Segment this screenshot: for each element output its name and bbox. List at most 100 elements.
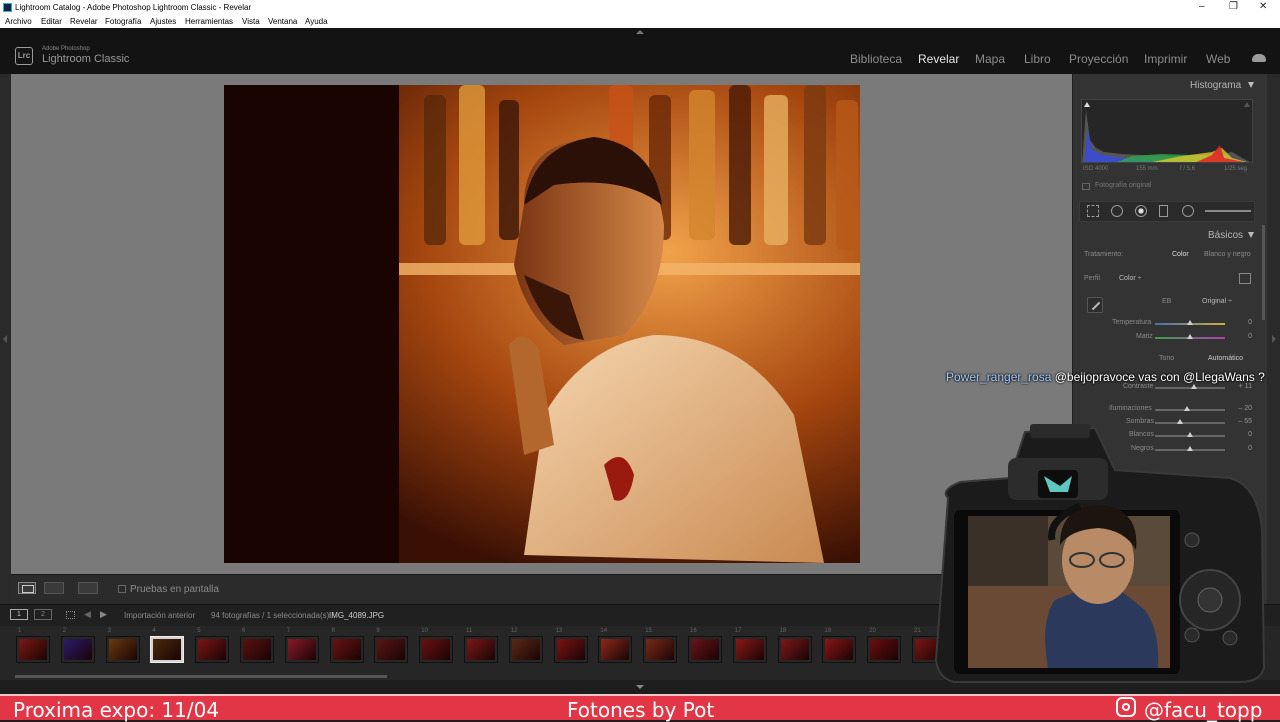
module-imprimir[interactable]: Imprimir	[1144, 52, 1187, 66]
minimize-icon[interactable]: –	[1199, 1, 1205, 12]
filmstrip-thumbnail[interactable]	[553, 636, 588, 663]
filmstrip-thumbnail[interactable]	[329, 636, 364, 663]
menu-fotografia[interactable]: Fotografía	[105, 17, 141, 26]
highlights-slider-knob[interactable]	[1183, 406, 1190, 411]
wb-dropdown[interactable]: Original ÷	[1202, 298, 1232, 305]
filmstrip-filename[interactable]: IMG_4089.JPG	[329, 611, 384, 620]
cloud-sync-icon[interactable]	[1252, 54, 1266, 62]
thumbnail-image	[422, 639, 451, 660]
right-panel-scrollbar[interactable]	[1262, 225, 1265, 320]
collapse-bottom-arrow-icon[interactable]	[636, 685, 644, 689]
filmstrip-thumbnail[interactable]	[508, 636, 543, 663]
filmstrip-thumbnail[interactable]	[419, 636, 454, 663]
filmstrip-scrollbar[interactable]	[15, 675, 387, 678]
temp-value[interactable]: 0	[1234, 319, 1252, 326]
photo-preview[interactable]	[224, 85, 860, 563]
filmstrip-source[interactable]: Importación anterior	[124, 611, 195, 620]
filmstrip-thumbnail[interactable]	[867, 636, 902, 663]
close-icon[interactable]: ✕	[1259, 1, 1267, 12]
filmstrip-thumbnail[interactable]	[688, 636, 722, 663]
filmstrip-thumbnail[interactable]	[598, 636, 633, 663]
filmstrip-thumbnail[interactable]	[822, 636, 857, 663]
adjustment-brush-icon[interactable]	[1205, 210, 1251, 212]
crop-icon[interactable]	[1087, 205, 1099, 217]
highlight-clip-icon[interactable]	[1244, 102, 1250, 107]
menu-revelar[interactable]: Revelar	[70, 17, 98, 26]
basics-title[interactable]: Básicos	[1208, 230, 1243, 241]
treatment-bw[interactable]: Blanco y negro	[1204, 251, 1251, 258]
contrast-value[interactable]: + 11	[1234, 383, 1252, 390]
treatment-color[interactable]: Color	[1172, 251, 1189, 258]
filmstrip-thumbnail[interactable]	[732, 636, 767, 663]
filmstrip-thumbnail[interactable]	[195, 636, 230, 663]
collapse-top-arrow-icon[interactable]	[636, 30, 644, 34]
filmstrip-thumbnail[interactable]	[16, 636, 50, 663]
module-biblioteca[interactable]: Biblioteca	[850, 52, 902, 66]
radial-filter-icon[interactable]	[1182, 205, 1194, 217]
temp-slider-knob[interactable]	[1187, 320, 1193, 325]
filmstrip-thumbnail[interactable]	[105, 636, 140, 663]
tint-value[interactable]: 0	[1234, 333, 1252, 340]
menu-bar: Archivo Editar Revelar Fotografía Ajuste…	[0, 15, 1280, 28]
menu-herramientas[interactable]: Herramientas	[185, 17, 233, 26]
menu-ayuda[interactable]: Ayuda	[305, 17, 328, 26]
thumbnail-image	[287, 639, 316, 660]
menu-ajustes[interactable]: Ajustes	[150, 17, 176, 26]
primary-window-button[interactable]: 1	[10, 609, 28, 620]
original-photo-checkbox[interactable]	[1082, 183, 1090, 190]
grid-view-icon[interactable]	[66, 611, 75, 619]
tone-auto-button[interactable]: Automático	[1208, 355, 1243, 362]
filmstrip-thumbnail[interactable]	[60, 636, 95, 663]
before-after-yy-button[interactable]	[78, 582, 98, 594]
red-eye-icon[interactable]	[1135, 205, 1147, 217]
right-panel-arrow-icon[interactable]	[1272, 335, 1276, 343]
module-mapa[interactable]: Mapa	[975, 52, 1005, 66]
spot-removal-icon[interactable]	[1111, 205, 1123, 217]
menu-ventana[interactable]: Ventana	[268, 17, 297, 26]
before-after-button[interactable]	[44, 582, 64, 594]
restore-icon[interactable]: ❐	[1229, 1, 1238, 12]
menu-vista[interactable]: Vista	[242, 17, 260, 26]
thumbnail-image	[332, 639, 361, 660]
module-proyeccion[interactable]: Proyección	[1069, 52, 1128, 66]
thumbnail-number: 3	[107, 628, 111, 634]
contrast-slider-knob[interactable]	[1190, 384, 1197, 389]
forward-arrow-icon[interactable]: ▶	[100, 609, 107, 620]
tint-slider-knob[interactable]	[1187, 334, 1193, 339]
original-photo-label: Fotografía original	[1095, 182, 1152, 189]
histogram-title[interactable]: Histograma	[1190, 80, 1241, 91]
histogram-collapse-icon[interactable]	[1248, 82, 1254, 88]
highlights-slider[interactable]	[1155, 409, 1225, 411]
tint-label: Matiz	[1136, 333, 1153, 340]
left-panel-arrow-icon[interactable]	[3, 335, 7, 343]
menu-editar[interactable]: Editar	[41, 17, 62, 26]
module-libro[interactable]: Libro	[1024, 52, 1051, 66]
tone-label: Tono	[1159, 355, 1175, 362]
filmstrip-thumbnail[interactable]	[240, 636, 274, 663]
window-title: Lightroom Catalog - Adobe Photoshop Ligh…	[15, 3, 252, 12]
shadow-clip-icon[interactable]	[1084, 102, 1090, 107]
thumbnail-number: 7	[286, 628, 291, 634]
menu-archivo[interactable]: Archivo	[5, 17, 32, 26]
filmstrip-thumbnail[interactable]	[777, 636, 812, 663]
filmstrip-thumbnail[interactable]	[374, 636, 409, 663]
filmstrip-thumbnail[interactable]	[284, 636, 319, 663]
window-titlebar: Lightroom Catalog - Adobe Photoshop Ligh…	[0, 0, 1280, 15]
profile-browser-icon[interactable]	[1239, 273, 1251, 284]
basics-collapse-icon[interactable]	[1248, 232, 1254, 238]
filmstrip-thumbnail[interactable]	[643, 636, 678, 663]
secondary-window-button[interactable]: 2	[34, 609, 52, 620]
wb-eyedropper-icon[interactable]	[1087, 297, 1103, 313]
soft-proof-checkbox[interactable]	[118, 585, 126, 593]
meta-iso: ISO 4000	[1083, 166, 1109, 172]
filmstrip-thumbnail[interactable]	[464, 636, 498, 663]
loupe-view-button[interactable]	[18, 582, 36, 594]
profile-dropdown[interactable]: Color ÷	[1119, 275, 1142, 282]
highlights-value[interactable]: – 20	[1234, 405, 1252, 412]
filmstrip-thumbnail[interactable]	[150, 636, 185, 663]
thumbnail-number: 6	[242, 628, 246, 634]
module-revelar[interactable]: Revelar	[918, 52, 959, 66]
module-web[interactable]: Web	[1206, 52, 1230, 66]
graduated-filter-icon[interactable]	[1159, 205, 1168, 217]
back-arrow-icon[interactable]: ◀	[84, 609, 91, 620]
